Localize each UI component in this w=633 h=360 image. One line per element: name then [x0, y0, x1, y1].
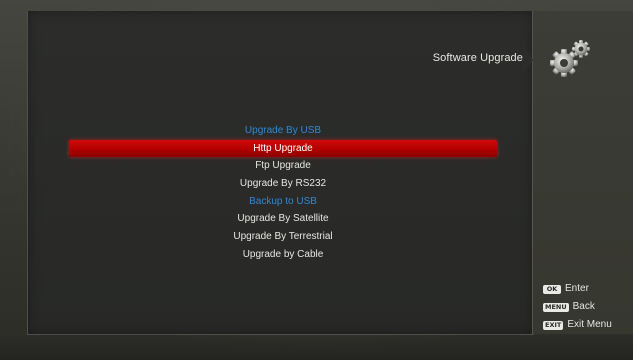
menu-item-upgrade-by-satellite[interactable]: Upgrade By Satellite: [69, 210, 497, 228]
menu-key-icon: MENU: [543, 302, 569, 312]
bottom-shade: [0, 334, 633, 360]
menu-item-upgrade-by-usb: Upgrade By USB: [244, 125, 322, 136]
menu-item-upgrade-by-cable[interactable]: Upgrade by Cable: [69, 246, 497, 264]
menu-item-backup-to-usb: Backup to USB: [249, 195, 317, 207]
ok-key-icon: OK: [543, 284, 561, 294]
menu-item-upgrade-by-terrestrial[interactable]: Upgrade By Terrestrial: [69, 228, 497, 246]
page-title: Software Upgrade: [432, 52, 523, 64]
header-pointer: [522, 43, 533, 77]
gears-icon: [548, 38, 594, 80]
hint-exit-label: Exit Menu: [567, 319, 612, 330]
hint-enter: OK Enter: [543, 282, 589, 296]
hint-back-label: Back: [572, 301, 595, 312]
upgrade-menu: Upgrade By USB Http Upgrade Ftp Upgrade …: [69, 122, 497, 264]
hint-enter-label: Enter: [565, 283, 589, 294]
menu-item-ftp-upgrade[interactable]: Ftp Upgrade: [69, 157, 497, 175]
menu-item-http-upgrade[interactable]: Http Upgrade: [69, 139, 497, 158]
hint-exit: EXIT Exit Menu: [543, 318, 612, 332]
exit-key-icon: EXIT: [543, 320, 564, 330]
menu-item-upgrade-by-rs232[interactable]: Upgrade By RS232: [69, 175, 497, 193]
hint-back: MENU Back: [543, 300, 595, 314]
